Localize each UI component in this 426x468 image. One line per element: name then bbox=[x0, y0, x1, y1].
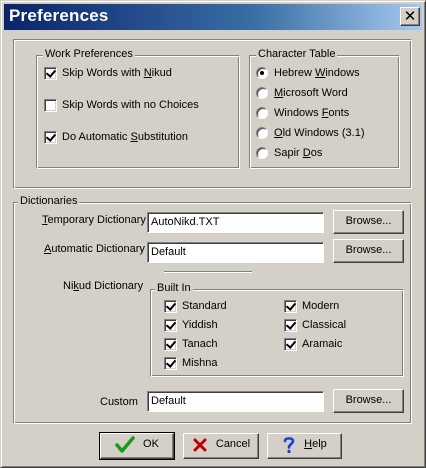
tanach-checkbox[interactable] bbox=[164, 338, 177, 351]
modern-checkbox[interactable] bbox=[284, 300, 297, 313]
temporary-dictionary-label: Temporary Dictionary bbox=[42, 214, 146, 226]
auto-substitution-checkbox[interactable] bbox=[44, 131, 57, 144]
old-windows-radio[interactable] bbox=[256, 127, 268, 139]
cancel-button[interactable]: Cancel bbox=[183, 433, 259, 459]
help-button[interactable]: Help bbox=[267, 433, 342, 459]
modern-label[interactable]: Modern bbox=[302, 300, 339, 312]
automatic-dictionary-label: Automatic Dictionary bbox=[44, 243, 145, 255]
custom-browse-button[interactable]: Browse... bbox=[333, 389, 404, 413]
built-in-legend: Built In bbox=[155, 282, 193, 294]
classical-label[interactable]: Classical bbox=[302, 319, 346, 331]
hebrew-windows-label[interactable]: Hebrew Windows bbox=[274, 67, 360, 79]
yiddish-checkbox[interactable] bbox=[164, 319, 177, 332]
close-icon: ✕ bbox=[403, 7, 417, 25]
window-title: Preferences bbox=[9, 6, 109, 25]
skip-no-choices-checkbox[interactable] bbox=[44, 99, 57, 112]
character-table-legend: Character Table bbox=[256, 48, 338, 60]
aramaic-label[interactable]: Aramaic bbox=[302, 338, 342, 350]
dictionaries-legend: Dictionaries bbox=[18, 195, 80, 207]
ok-button[interactable]: OK bbox=[99, 432, 175, 460]
standard-label[interactable]: Standard bbox=[182, 300, 227, 312]
sapir-dos-label[interactable]: Sapir Dos bbox=[274, 147, 322, 159]
custom-dictionary-input[interactable]: Default bbox=[147, 391, 324, 412]
auto-substitution-label[interactable]: Do Automatic Substitution bbox=[62, 131, 188, 143]
microsoft-word-radio[interactable] bbox=[256, 87, 268, 99]
sapir-dos-radio[interactable] bbox=[256, 147, 268, 159]
question-mark-icon bbox=[283, 436, 295, 453]
automatic-dictionary-input[interactable]: Default bbox=[147, 242, 324, 263]
skip-nikud-label[interactable]: Skip Words with Nikud bbox=[62, 67, 172, 79]
mishna-checkbox[interactable] bbox=[164, 357, 177, 370]
mishna-label[interactable]: Mishna bbox=[182, 357, 217, 369]
ok-label: OK bbox=[143, 438, 159, 450]
yiddish-label[interactable]: Yiddish bbox=[182, 319, 218, 331]
custom-label: Custom bbox=[100, 396, 138, 408]
dictionary-separator bbox=[164, 271, 252, 273]
hebrew-windows-radio[interactable] bbox=[256, 67, 268, 79]
help-label: Help bbox=[304, 438, 327, 450]
microsoft-word-label[interactable]: Microsoft Word bbox=[274, 87, 348, 99]
title-bar[interactable]: Preferences ✕ bbox=[4, 4, 422, 30]
tanach-label[interactable]: Tanach bbox=[182, 338, 217, 350]
aramaic-checkbox[interactable] bbox=[284, 338, 297, 351]
standard-checkbox[interactable] bbox=[164, 300, 177, 313]
temporary-dictionary-input[interactable]: AutoNikd.TXT bbox=[147, 212, 324, 233]
old-windows-label[interactable]: Old Windows (3.1) bbox=[274, 127, 364, 139]
classical-checkbox[interactable] bbox=[284, 319, 297, 332]
automatic-browse-button[interactable]: Browse... bbox=[333, 239, 404, 263]
windows-fonts-radio[interactable] bbox=[256, 107, 268, 119]
nikud-dictionary-label: Nikud Dictionary bbox=[63, 280, 144, 292]
skip-nikud-checkbox[interactable] bbox=[44, 67, 57, 80]
x-icon bbox=[193, 438, 207, 451]
windows-fonts-label[interactable]: Windows Fonts bbox=[274, 107, 349, 119]
cancel-label: Cancel bbox=[215, 438, 251, 450]
temporary-browse-button[interactable]: Browse... bbox=[333, 210, 404, 234]
close-button[interactable]: ✕ bbox=[400, 7, 420, 26]
work-preferences-legend: Work Preferences bbox=[43, 48, 135, 60]
preferences-dialog: Preferences ✕ Work Preferences Skip Word… bbox=[0, 0, 426, 468]
skip-no-choices-label[interactable]: Skip Words with no Choices bbox=[62, 99, 199, 111]
checkmark-icon bbox=[115, 435, 135, 453]
